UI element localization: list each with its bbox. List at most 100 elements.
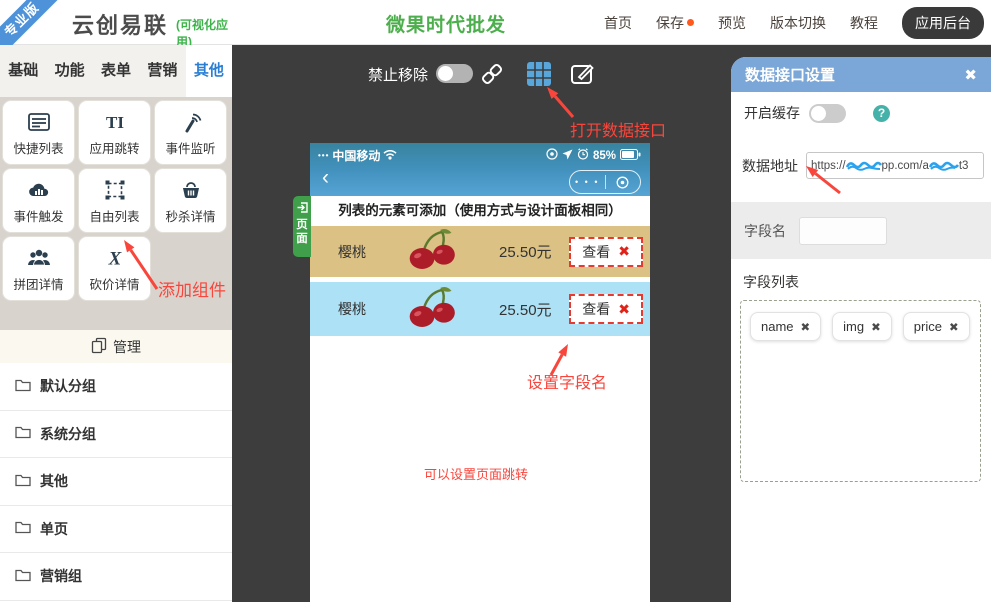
panel-header: 数据接口设置 ✖ [731, 57, 991, 92]
capsule-close-icon[interactable] [606, 176, 641, 189]
view-button[interactable]: 查看 ✖ [569, 237, 643, 267]
remove-tag-icon[interactable]: ✖ [949, 320, 959, 334]
phone-header: ••• 中国移动 85% ‹ • • • [310, 143, 650, 196]
data-url-input[interactable]: https:// pp.com/a t3 [806, 152, 984, 179]
item-price: 25.50元 [499, 241, 552, 262]
group-single-page[interactable]: 单页 [0, 506, 232, 554]
tab-function[interactable]: 功能 [46, 45, 92, 97]
cache-label: 开启缓存 [744, 103, 800, 123]
component-event-trigger[interactable]: 事件触发 [2, 168, 75, 233]
pro-version-ribbon: 专业版 [0, 0, 72, 45]
bargain-icon: X [103, 245, 127, 271]
group-marketing[interactable]: 营销组 [0, 553, 232, 601]
tab-basic[interactable]: 基础 [0, 45, 46, 97]
nav-version-switch-link[interactable]: 版本切换 [770, 13, 826, 33]
sidebar-tabbar: 基础 功能 表单 营销 其他 [0, 45, 232, 97]
data-table-icon[interactable] [526, 61, 552, 92]
component-label: 秒杀详情 [165, 206, 215, 225]
folder-icon [15, 425, 31, 442]
component-bargain-detail[interactable]: X 砍价详情 [78, 236, 151, 301]
component-app-jump[interactable]: TI 应用跳转 [78, 100, 151, 165]
alarm-clock-icon [577, 148, 589, 163]
component-groupbuy-detail[interactable]: 拼团详情 [2, 236, 75, 301]
annotation-page-jump: 可以设置页面跳转 [424, 464, 528, 483]
field-name-row: 字段名 [731, 202, 991, 259]
seckill-icon [179, 177, 203, 203]
view-button-label: 查看 [582, 299, 610, 319]
nav-preview-link[interactable]: 预览 [718, 13, 746, 33]
page-tab-label: 面 [296, 233, 308, 246]
data-url-row: 数据地址 https:// pp.com/a t3 [731, 152, 991, 179]
help-icon[interactable]: ? [873, 105, 890, 122]
page-panel-tab[interactable]: 页 面 [293, 196, 311, 257]
field-name-input[interactable] [799, 217, 887, 245]
top-nav: 首页 保存 预览 版本切换 教程 应用后台 [604, 0, 984, 45]
volte-icon [546, 148, 558, 163]
component-label: 自由列表 [89, 206, 139, 225]
list-item-row[interactable]: 樱桃 25.50元 查看 ✖ [310, 226, 650, 277]
capsule-menu-icon[interactable]: • • • [570, 171, 605, 193]
close-icon[interactable]: ✖ [964, 66, 977, 84]
panel-title: 数据接口设置 [745, 64, 835, 85]
field-name-label: 字段名 [744, 221, 786, 241]
field-tag-label: img [843, 319, 864, 334]
nav-home-link[interactable]: 首页 [604, 13, 632, 33]
folder-icon [15, 473, 31, 490]
nav-tutorial-link[interactable]: 教程 [850, 13, 878, 33]
component-label: 快捷列表 [13, 138, 63, 157]
group-system[interactable]: 系统分组 [0, 411, 232, 459]
location-arrow-icon [562, 149, 573, 163]
tab-marketing[interactable]: 营销 [139, 45, 185, 97]
link-icon[interactable] [479, 61, 505, 92]
miniprogram-capsule[interactable]: • • • [569, 170, 641, 194]
component-quick-list[interactable]: 快捷列表 [2, 100, 75, 165]
field-tag-img[interactable]: img ✖ [832, 312, 892, 341]
field-tag-price[interactable]: price ✖ [903, 312, 970, 341]
remove-tag-icon[interactable]: ✖ [871, 320, 881, 334]
cherry-image [404, 285, 461, 334]
annotation-set-field-name: 设置字段名 [527, 369, 607, 393]
folder-icon [15, 378, 31, 395]
component-free-list[interactable]: 自由列表 [78, 168, 151, 233]
page-tab-label: 页 [296, 219, 308, 232]
component-label: 砍价详情 [89, 274, 139, 293]
component-seckill-detail[interactable]: 秒杀详情 [154, 168, 227, 233]
top-bar: 专业版 云创易联 (可视化应用) 微果时代批发 首页 保存 预览 版本切换 教程… [0, 0, 991, 45]
group-label: 系统分组 [40, 424, 96, 444]
nav-save-link[interactable]: 保存 [656, 13, 694, 33]
logo-area: 专业版 云创易联 (可视化应用) [0, 0, 232, 45]
brand-logo: 云创易联 [72, 8, 168, 40]
forbid-remove-label: 禁止移除 [368, 64, 428, 85]
item-price: 25.50元 [499, 299, 552, 320]
url-mid: pp.com/a [882, 160, 929, 172]
app-screen: 专业版 云创易联 (可视化应用) 微果时代批发 首页 保存 预览 版本切换 教程… [0, 0, 991, 602]
field-tag-name[interactable]: name ✖ [750, 312, 821, 341]
svg-text:TI: TI [106, 113, 124, 132]
brand-logo-subtitle: (可视化应用) [176, 16, 232, 45]
cache-toggle[interactable] [809, 104, 846, 123]
signal-dots-icon: ••• [318, 151, 329, 160]
app-backend-button[interactable]: 应用后台 [902, 7, 984, 39]
field-list-dropzone[interactable]: name ✖ img ✖ price ✖ [740, 300, 981, 482]
edit-icon[interactable] [569, 61, 595, 92]
component-label: 事件触发 [13, 206, 63, 225]
folder-icon [15, 568, 31, 585]
tab-form[interactable]: 表单 [93, 45, 139, 97]
group-default[interactable]: 默认分组 [0, 363, 232, 411]
remove-x-icon[interactable]: ✖ [618, 243, 630, 260]
remove-x-icon[interactable]: ✖ [618, 301, 630, 318]
remove-tag-icon[interactable]: ✖ [801, 320, 811, 334]
group-label: 默认分组 [40, 376, 96, 396]
item-name: 樱桃 [338, 242, 366, 262]
groupbuy-icon [26, 245, 52, 271]
manage-button[interactable]: 管理 [0, 330, 232, 363]
tab-other[interactable]: 其他 [186, 45, 232, 97]
view-button[interactable]: 查看 ✖ [569, 294, 643, 324]
group-other[interactable]: 其他 [0, 458, 232, 506]
folder-icon [15, 520, 31, 537]
back-chevron-icon[interactable]: ‹ [322, 167, 329, 188]
forbid-remove-toggle[interactable] [436, 64, 473, 83]
component-event-listen[interactable]: 事件监听 [154, 100, 227, 165]
scribble-redaction [846, 159, 882, 173]
list-item-row[interactable]: 樱桃 25.50元 查看 ✖ [310, 282, 650, 336]
